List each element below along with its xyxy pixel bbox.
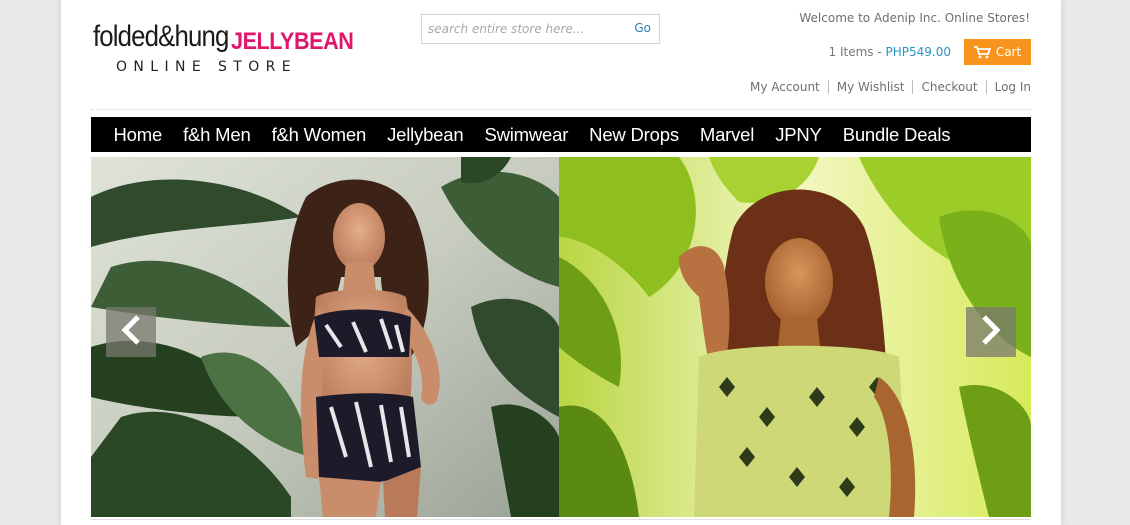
- chevron-right-icon: [980, 314, 1002, 350]
- shopping-cart-icon: [973, 45, 991, 59]
- page-container: folded&hung JELLYBEAN ONLINE STORE Go We…: [61, 0, 1061, 525]
- hero-slider[interactable]: [91, 157, 1031, 517]
- search-box: Go: [421, 14, 660, 44]
- nav-item-marvel[interactable]: Marvel: [689, 124, 764, 146]
- slider-prev-button[interactable]: [106, 307, 156, 357]
- chevron-left-icon: [120, 314, 142, 350]
- header-divider: [91, 109, 1031, 110]
- search-input[interactable]: [422, 15, 618, 43]
- nav-item-bundle-deals[interactable]: Bundle Deals: [832, 124, 961, 146]
- checkout-link[interactable]: Checkout: [912, 80, 985, 94]
- store-logo[interactable]: folded&hung JELLYBEAN ONLINE STORE: [93, 20, 354, 80]
- slider-next-button[interactable]: [966, 307, 1016, 357]
- logo-brand-folded-hung: folded&hung: [93, 20, 229, 53]
- cart-button-label: Cart: [995, 45, 1022, 59]
- slide-photo-right: [559, 157, 1031, 517]
- nav-item-jpny[interactable]: JPNY: [765, 124, 833, 146]
- nav-item-fh-men[interactable]: f&h Men: [173, 124, 262, 146]
- nav-item-fh-women[interactable]: f&h Women: [261, 124, 377, 146]
- welcome-message: Welcome to Adenip Inc. Online Stores!: [799, 11, 1030, 25]
- content-divider: [91, 519, 1031, 520]
- logo-tagline: ONLINE STORE: [116, 59, 298, 75]
- logo-wordmark: folded&hung: [93, 20, 251, 54]
- nav-item-swimwear[interactable]: Swimwear: [474, 124, 579, 146]
- main-navigation: Home f&h Men f&h Women Jellybean Swimwea…: [91, 117, 1031, 152]
- cart-items-summary[interactable]: 1 Items - PHP549.00: [829, 45, 951, 59]
- my-wishlist-link[interactable]: My Wishlist: [827, 80, 913, 94]
- slide-photo-left: [91, 157, 559, 517]
- my-account-link[interactable]: My Account: [742, 80, 828, 94]
- cart-item-count: 1 Items -: [828, 45, 886, 59]
- cart-button[interactable]: Cart: [964, 39, 1031, 65]
- log-in-link[interactable]: Log In: [985, 80, 1031, 94]
- slide-image-swimwear-model[interactable]: [91, 157, 559, 517]
- cart-summary: 1 Items - PHP549.00 Cart: [829, 39, 1031, 65]
- cart-total-price: PHP549.00: [885, 45, 951, 59]
- account-links: My Account My Wishlist Checkout Log In: [742, 80, 1031, 94]
- slide-image-fashion-model[interactable]: [559, 157, 1031, 517]
- nav-item-new-drops[interactable]: New Drops: [579, 124, 690, 146]
- nav-item-home[interactable]: Home: [103, 124, 173, 146]
- logo-brand-jellybean: JELLYBEAN: [231, 28, 354, 55]
- nav-item-jellybean[interactable]: Jellybean: [377, 124, 474, 146]
- search-go-button[interactable]: Go: [634, 21, 651, 35]
